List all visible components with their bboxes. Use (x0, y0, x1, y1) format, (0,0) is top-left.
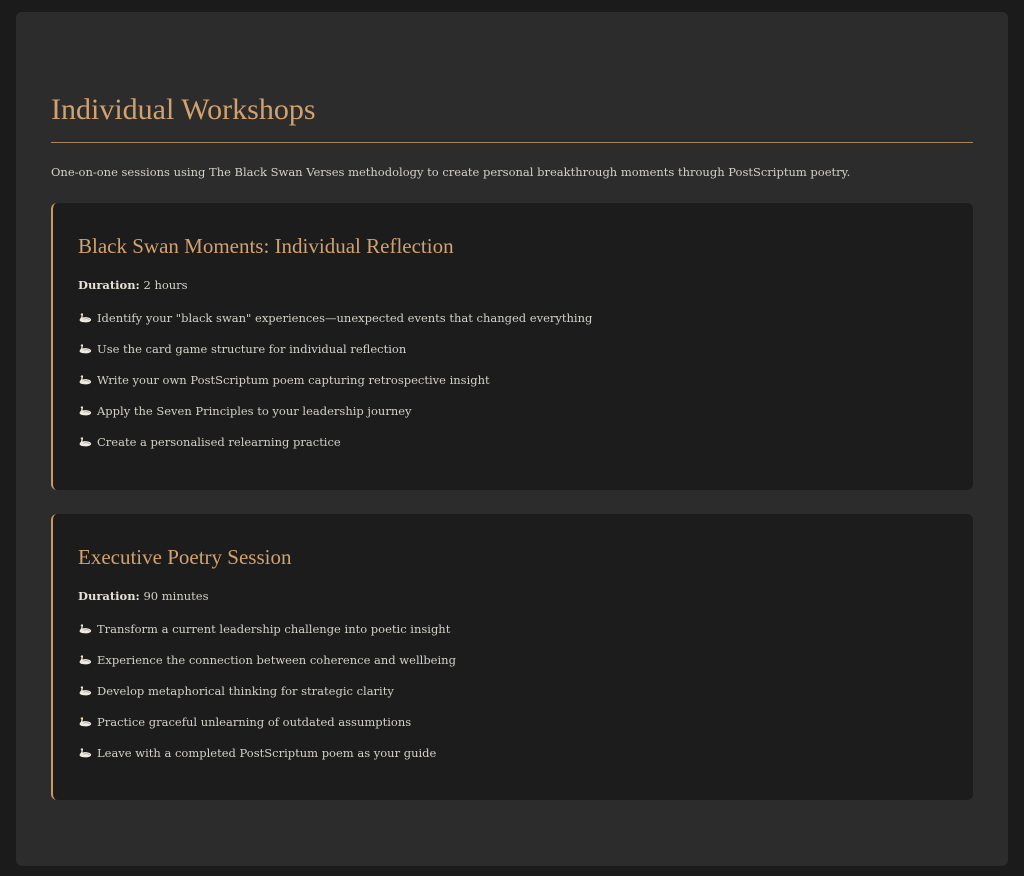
duration-value: 90 minutes (143, 589, 209, 603)
list-item-text: Develop metaphorical thinking for strate… (97, 683, 394, 698)
swan-icon (78, 623, 92, 635)
duration-label: Duration: (78, 278, 140, 292)
list-item: Write your own PostScriptum poem capturi… (78, 364, 948, 395)
list-item: Identify your "black swan" experiences—u… (78, 302, 948, 333)
list-item: Apply the Seven Principles to your leade… (78, 395, 948, 426)
swan-icon (78, 312, 92, 324)
list-item-text: Experience the connection between cohere… (97, 652, 456, 667)
workshop-title: Black Swan Moments: Individual Reflectio… (78, 234, 454, 258)
list-item: Develop metaphorical thinking for strate… (78, 675, 948, 706)
title-divider (51, 142, 973, 143)
list-item: Leave with a completed PostScriptum poem… (78, 737, 948, 768)
workshop-duration: Duration: 2 hours (78, 276, 948, 294)
duration-label: Duration: (78, 589, 140, 603)
workshop-item-list: Identify your "black swan" experiences—u… (78, 302, 948, 457)
workshop-item-list: Transform a current leadership challenge… (78, 613, 948, 768)
list-item-text: Practice graceful unlearning of outdated… (97, 714, 412, 729)
swan-icon (78, 405, 92, 417)
list-item-text: Use the card game structure for individu… (97, 341, 407, 356)
workshops-panel: Individual Workshops One-on-one sessions… (16, 12, 1008, 866)
swan-icon (78, 343, 92, 355)
swan-icon (78, 716, 92, 728)
list-item: Create a personalised relearning practic… (78, 426, 948, 457)
swan-icon (78, 654, 92, 666)
list-item: Transform a current leadership challenge… (78, 613, 948, 644)
list-item: Use the card game structure for individu… (78, 333, 948, 364)
page-title: Individual Workshops (51, 93, 316, 126)
intro-text: One-on-one sessions using The Black Swan… (51, 165, 851, 179)
list-item-text: Identify your "black swan" experiences—u… (97, 310, 593, 325)
list-item-text: Transform a current leadership challenge… (97, 621, 451, 636)
list-item-text: Create a personalised relearning practic… (97, 434, 341, 449)
workshop-card-executive-poetry: Executive Poetry Session Duration: 90 mi… (51, 514, 973, 800)
list-item-text: Write your own PostScriptum poem capturi… (97, 372, 490, 387)
workshop-card-black-swan-moments: Black Swan Moments: Individual Reflectio… (51, 203, 973, 490)
list-item-text: Leave with a completed PostScriptum poem… (97, 745, 437, 760)
swan-icon (78, 747, 92, 759)
workshop-duration: Duration: 90 minutes (78, 587, 948, 605)
list-item: Practice graceful unlearning of outdated… (78, 706, 948, 737)
duration-value: 2 hours (143, 278, 188, 292)
workshop-title: Executive Poetry Session (78, 545, 292, 569)
list-item: Experience the connection between cohere… (78, 644, 948, 675)
list-item-text: Apply the Seven Principles to your leade… (97, 403, 412, 418)
swan-icon (78, 374, 92, 386)
swan-icon (78, 685, 92, 697)
swan-icon (78, 436, 92, 448)
